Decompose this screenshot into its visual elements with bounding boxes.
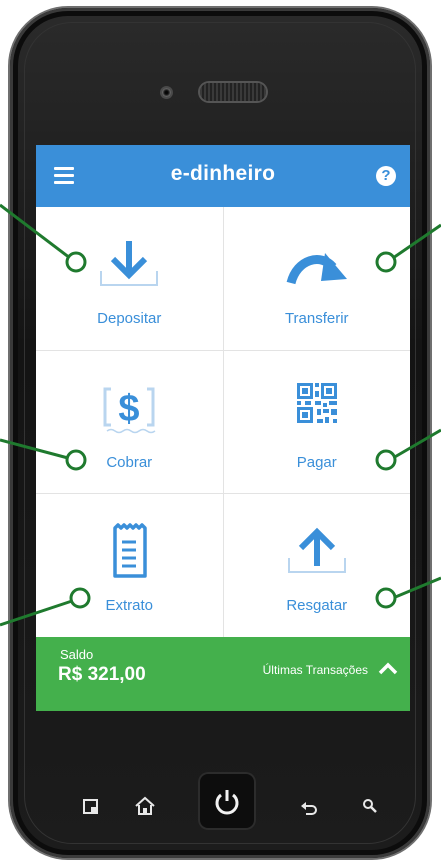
download-tray-icon — [100, 241, 159, 286]
tile-label: Extrato — [105, 597, 154, 615]
curved-arrow-icon — [286, 253, 347, 285]
qr-code-icon — [296, 382, 337, 423]
recent-apps-icon[interactable] — [82, 798, 100, 816]
tile-label: Pagar — [296, 453, 337, 471]
tile-pagar[interactable]: Pagar — [223, 350, 410, 494]
top-app-bar: e-dinheiro ? — [36, 145, 410, 207]
tile-transferir[interactable]: Transferir — [223, 207, 410, 350]
receipt-icon — [113, 523, 147, 579]
svg-text:$: $ — [119, 388, 140, 430]
back-icon[interactable] — [300, 800, 318, 816]
tile-label: Cobrar — [106, 453, 153, 471]
balance-bar: Saldo R$ 321,00 Últimas Transações — [36, 637, 410, 711]
tile-depositar[interactable]: Depositar — [36, 207, 223, 350]
tile-label: Resgatar — [286, 597, 348, 615]
earpiece-speaker — [200, 83, 266, 101]
search-icon[interactable] — [362, 798, 378, 814]
tile-cobrar[interactable]: $ Cobrar — [36, 350, 223, 494]
help-icon[interactable]: ? — [376, 166, 396, 186]
tile-resgatar[interactable]: Resgatar — [223, 494, 410, 637]
chevron-up-icon[interactable] — [378, 661, 398, 675]
tile-extrato[interactable]: Extrato — [36, 494, 223, 637]
last-transactions-link[interactable]: Últimas Transações — [263, 663, 368, 677]
home-icon[interactable] — [134, 796, 156, 816]
dollar-bill-icon: $ — [103, 387, 156, 433]
front-camera — [162, 88, 171, 97]
app-title: e-dinheiro — [170, 162, 276, 185]
tile-label: Depositar — [97, 310, 162, 327]
balance-value: R$ 321,00 — [58, 664, 146, 685]
tile-label: Transferir — [284, 310, 349, 327]
upload-tray-icon — [287, 528, 346, 574]
balance-caption: Saldo — [60, 647, 94, 662]
app-screen: e-dinheiro ? Depositar Transferir $ Cobr… — [36, 145, 410, 711]
action-grid: Depositar Transferir $ Cobrar Pagar Extr… — [36, 207, 410, 637]
power-icon — [215, 790, 239, 815]
